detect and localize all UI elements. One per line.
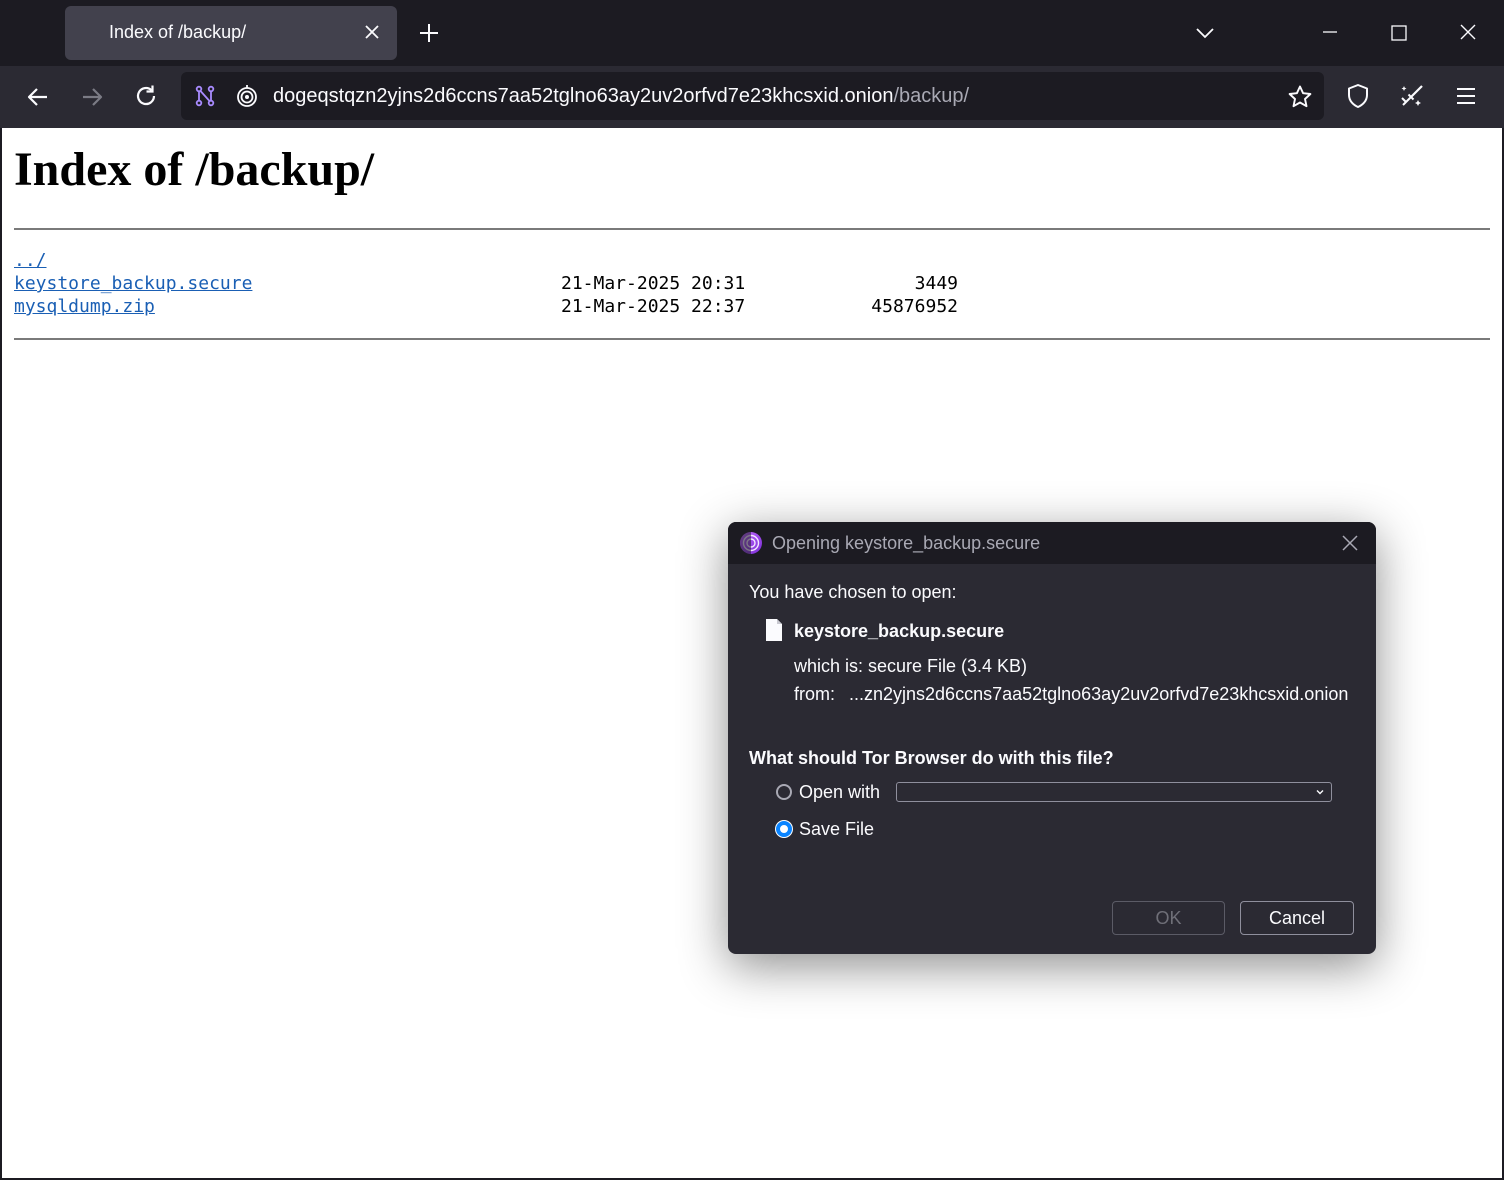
tab-title: Index of /backup/ — [109, 22, 247, 42]
file-icon — [766, 619, 782, 641]
file-link-keystore[interactable]: keystore_backup.secure — [14, 273, 252, 294]
onion-security-icon[interactable] — [235, 84, 259, 108]
bookmark-star-icon[interactable] — [1287, 84, 1313, 110]
shield-icon[interactable] — [1345, 83, 1371, 109]
tor-circuit-icon[interactable] — [193, 84, 217, 108]
navigation-toolbar: dogeqstqzn2yjns2d6ccns7aa52tglno63ay2uv2… — [0, 66, 1504, 128]
url-path: /backup/ — [893, 85, 970, 107]
new-identity-broom-icon[interactable] — [1399, 83, 1425, 109]
from-source-value: ...zn2yjns2d6ccns7aa52tglno63ay2uv2orfvd… — [849, 684, 1349, 704]
from-label: from: — [794, 684, 836, 704]
save-file-label[interactable]: Save File — [799, 819, 874, 840]
address-bar[interactable]: dogeqstqzn2yjns2d6ccns7aa52tglno63ay2uv2… — [181, 72, 1324, 120]
which-is-label: which is: — [794, 656, 864, 676]
directory-row: ../ — [14, 250, 47, 272]
file-size: 45876952 — [871, 296, 958, 317]
open-with-radio[interactable] — [776, 784, 792, 800]
reload-icon[interactable] — [133, 83, 159, 109]
save-file-radio[interactable] — [776, 821, 792, 837]
ok-button[interactable]: OK — [1112, 901, 1225, 935]
back-arrow-icon[interactable] — [25, 84, 51, 110]
dialog-titlebar: Opening keystore_backup.secure — [728, 522, 1376, 564]
open-with-app-select[interactable] — [896, 782, 1332, 802]
dialog-title: Opening keystore_backup.secure — [772, 533, 1041, 553]
tor-browser-logo-icon — [740, 532, 762, 554]
maximize-window-icon[interactable] — [1390, 24, 1408, 42]
directory-row: mysqldump.zip 21-Mar-2025 22:37 45876952 — [14, 296, 958, 318]
page-title: Index of /backup/ — [14, 143, 375, 196]
minimize-window-icon[interactable] — [1320, 22, 1340, 42]
file-type-value: secure File (3.4 KB) — [868, 656, 1028, 676]
new-tab-plus-icon[interactable] — [418, 22, 440, 44]
divider-top — [14, 228, 1490, 230]
dialog-close-icon[interactable] — [1340, 533, 1360, 553]
url-text: dogeqstqzn2yjns2d6ccns7aa52tglno63ay2uv2… — [273, 85, 969, 108]
chosen-to-open-label: You have chosen to open: — [749, 582, 957, 602]
list-all-tabs-chevron-icon[interactable] — [1194, 24, 1216, 42]
tab-close-icon[interactable] — [361, 21, 383, 43]
browser-tab-active[interactable]: Index of /backup/ — [65, 6, 397, 60]
file-date: 21-Mar-2025 20:31 — [561, 273, 746, 294]
directory-row: keystore_backup.secure 21-Mar-2025 20:31… — [14, 273, 958, 295]
divider-bottom — [14, 338, 1490, 340]
file-name: keystore_backup.secure — [794, 621, 1005, 641]
action-question: What should Tor Browser do with this fil… — [749, 748, 1114, 768]
file-size: 3449 — [914, 273, 958, 294]
file-link-mysqldump[interactable]: mysqldump.zip — [14, 296, 155, 317]
cancel-button[interactable]: Cancel — [1240, 901, 1354, 935]
download-dialog: Opening keystore_backup.secure You have … — [728, 522, 1376, 954]
tab-bar: Index of /backup/ — [0, 0, 1504, 66]
parent-directory-link[interactable]: ../ — [14, 250, 47, 271]
select-chevron-down-icon — [1316, 790, 1324, 795]
close-window-icon[interactable] — [1458, 22, 1478, 42]
forward-arrow-icon[interactable] — [79, 84, 105, 110]
file-date: 21-Mar-2025 22:37 — [561, 296, 746, 317]
url-host: dogeqstqzn2yjns2d6ccns7aa52tglno63ay2uv2… — [273, 85, 894, 107]
open-with-label[interactable]: Open with — [799, 782, 880, 803]
hamburger-menu-icon[interactable] — [1453, 83, 1479, 109]
